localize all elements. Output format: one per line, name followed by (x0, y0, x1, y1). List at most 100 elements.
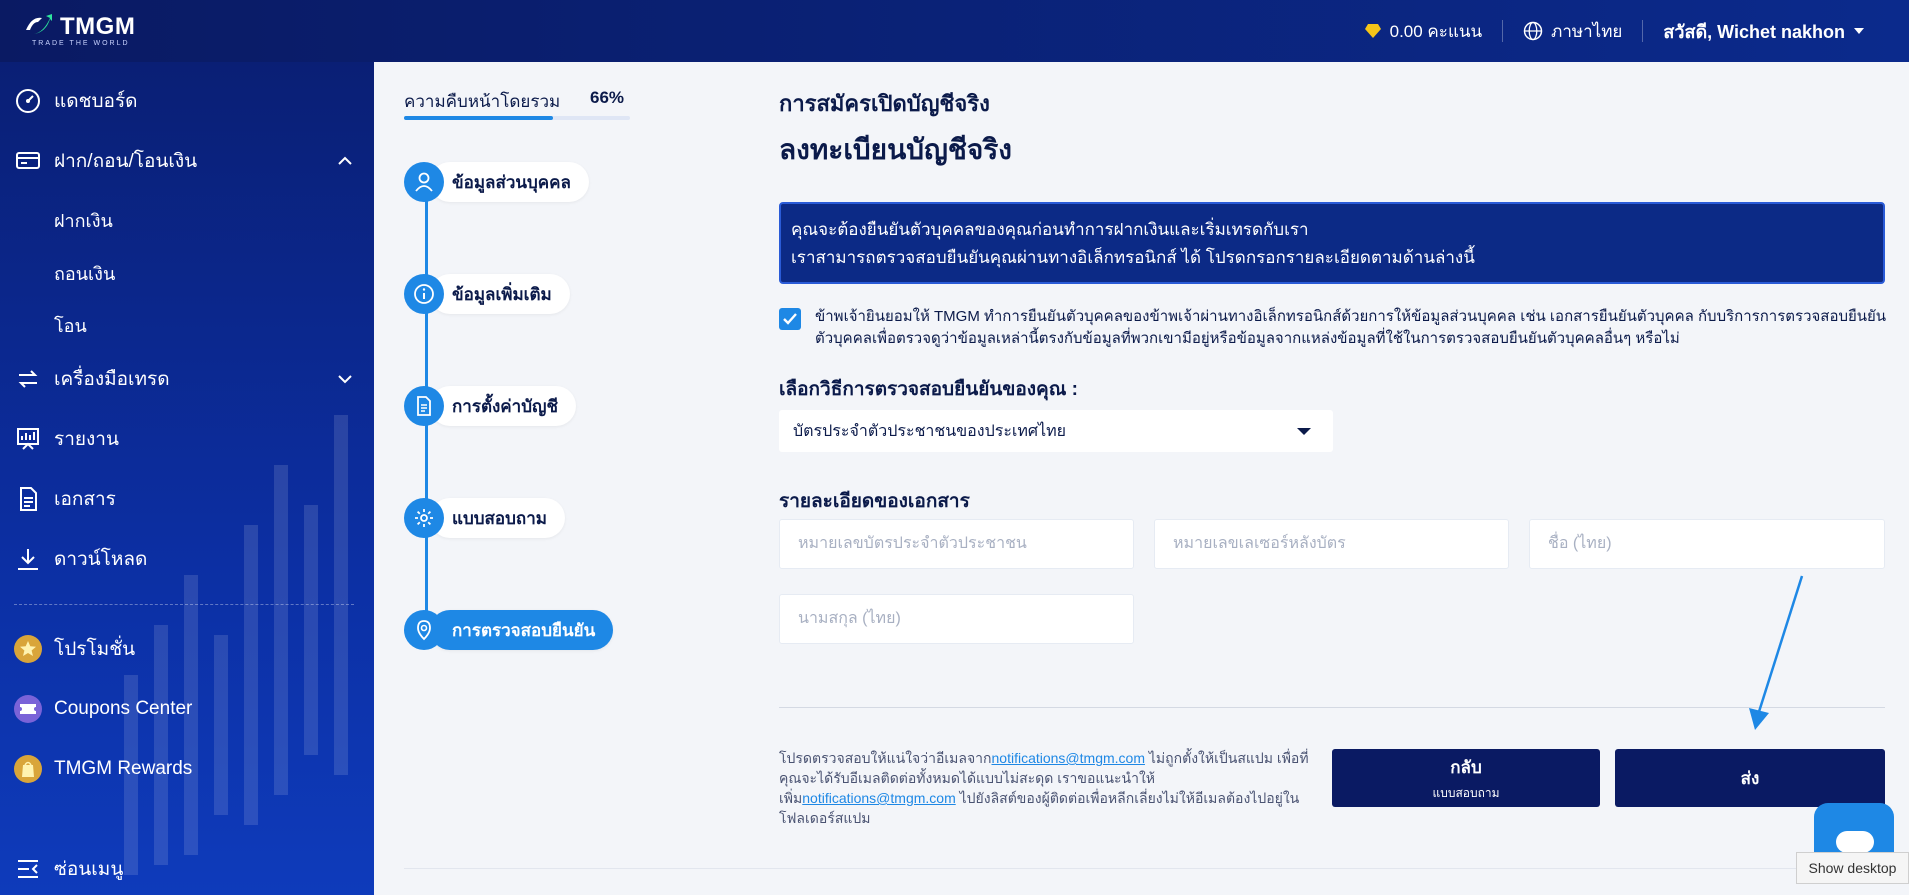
step-account-settings[interactable]: การตั้งค่าบัญชี (404, 386, 577, 426)
sidebar-item-label: ฝาก/ถอน/โอนเงิน (54, 151, 198, 172)
sidebar: แดชบอร์ด ฝาก/ถอน/โอนเงิน ฝากเงิน ถอนเงิน… (0, 62, 374, 895)
email-link[interactable]: notifications@tmgm.com (992, 750, 1145, 766)
sidebar-item-label: ดาวน์โหลด (54, 549, 148, 570)
report-icon (14, 425, 42, 453)
sidebar-item-label: รายงาน (54, 429, 119, 450)
progress-label: ความคืบหน้าโดยรวม (404, 92, 561, 111)
sidebar-item-label: เอกสาร (54, 489, 116, 510)
sidebar-item-reports[interactable]: รายงาน (14, 422, 119, 456)
step-label: ข้อมูลเพิ่มเติม (430, 274, 570, 314)
step-label: ข้อมูลส่วนบุคคล (430, 162, 589, 202)
document-icon (14, 485, 42, 513)
sidebar-item-label: Coupons Center (54, 698, 193, 719)
sidebar-item-promotions[interactable]: โปรโมชั่น (14, 632, 135, 666)
background-candles (124, 415, 348, 875)
sidebar-item-trading-tools[interactable]: เครื่องมือเทรด (14, 362, 354, 396)
tmgm-logo[interactable]: TMGM TRADE THE WORLD (24, 10, 144, 47)
checkmark-icon (783, 313, 797, 325)
points-text: 0.00 คะแนน (1389, 21, 1483, 41)
logo-mark-icon (26, 14, 52, 34)
id-number-field[interactable] (779, 519, 1134, 569)
progress-bar-fill (404, 116, 554, 120)
chat-bubble-icon (1836, 831, 1874, 853)
globe-icon (1523, 21, 1543, 41)
consent-checkbox[interactable] (779, 308, 801, 330)
caret-down-icon (1854, 28, 1864, 34)
step-additional-info[interactable]: ข้อมูลเพิ่มเติม (404, 274, 570, 314)
notice-line-2: เราสามารถตรวจสอบยืนยันคุณผ่านทางอิเล็กทร… (791, 248, 1475, 267)
sidebar-item-label: โปรโมชั่น (54, 639, 136, 660)
language-selector[interactable]: ภาษาไทย (1503, 19, 1642, 43)
page-subtitle: การสมัครเปิดบัญชีจริง (779, 91, 990, 116)
sidebar-divider (14, 604, 354, 605)
progress-bar (404, 116, 630, 120)
gear-icon (404, 498, 444, 538)
dashboard-icon (14, 87, 42, 115)
diamond-icon (1364, 24, 1381, 38)
sidebar-item-label: แดชบอร์ด (54, 91, 138, 112)
sidebar-item-transfer[interactable]: โอน (54, 311, 87, 340)
sidebar-item-rewards[interactable]: TMGM Rewards (14, 752, 192, 786)
step-label: แบบสอบถาม (430, 498, 565, 538)
email-link[interactable]: notifications@tmgm.com (802, 790, 955, 806)
step-verification[interactable]: การตรวจสอบยืนยัน (404, 610, 614, 650)
method-label: เลือกวิธีการตรวจสอบยืนยันของคุณ : (779, 379, 1078, 400)
account-settings-icon (404, 386, 444, 426)
verification-notice: คุณจะต้องยืนยันตัวบุคคลของคุณก่อนทำการฝา… (779, 202, 1885, 284)
logo-tagline: TRADE THE WORLD (32, 40, 130, 47)
sidebar-item-downloads[interactable]: ดาวน์โหลด (14, 542, 147, 576)
annotation-arrow-icon (1749, 575, 1804, 730)
page-title: ลงทะเบียนบัญชีจริง (779, 134, 1012, 165)
language-text: ภาษาไทย (1551, 21, 1623, 41)
user-menu[interactable]: สวัสดี, Wichet nakhon (1643, 19, 1885, 43)
greeting-text: สวัสดี, Wichet nakhon (1663, 21, 1845, 42)
show-desktop-tooltip: Show desktop (1796, 852, 1909, 884)
sidebar-item-funds[interactable]: ฝาก/ถอน/โอนเงิน (14, 144, 354, 178)
person-icon (404, 162, 444, 202)
footer-divider (404, 868, 1888, 869)
sidebar-item-label: เครื่องมือเทรด (54, 369, 170, 390)
step-label: การตั้งค่าบัญชี (430, 386, 577, 426)
verification-icon (404, 610, 444, 650)
download-icon (14, 545, 42, 573)
coupon-icon (14, 695, 42, 723)
select-value: บัตรประจำตัวประชาชนของประเทศไทย (793, 422, 1067, 440)
form-divider (779, 707, 1885, 708)
registration-progress: ความคืบหน้าโดยรวม 66% ข้อมูลส่วนบุคคล ข้… (404, 62, 664, 662)
back-button[interactable]: กลับ แบบสอบถาม (1332, 749, 1600, 807)
document-details-label: รายละเอียดของเอกสาร (779, 491, 970, 512)
verification-form: การสมัครเปิดบัญชีจริง ลงทะเบียนบัญชีจริง… (779, 62, 1889, 895)
wallet-icon (14, 147, 42, 175)
sidebar-item-label: ซ่อนเมนู (54, 859, 124, 880)
points-display[interactable]: 0.00 คะแนน (1344, 19, 1503, 43)
rewards-icon (14, 755, 42, 783)
collapse-menu-icon (14, 855, 42, 883)
sidebar-item-dashboard[interactable]: แดชบอร์ด (14, 84, 138, 118)
laser-number-field[interactable] (1154, 519, 1509, 569)
top-bar: TMGM TRADE THE WORLD 0.00 คะแนน ภาษาไทย … (0, 0, 1909, 62)
sidebar-item-coupons[interactable]: Coupons Center (14, 692, 192, 726)
sidebar-item-label: TMGM Rewards (54, 758, 193, 779)
step-personal-info[interactable]: ข้อมูลส่วนบุคคล (404, 162, 589, 202)
first-name-field[interactable] (1529, 519, 1885, 569)
caret-down-icon (1297, 428, 1311, 435)
chevron-up-icon (338, 156, 352, 165)
step-questionnaire[interactable]: แบบสอบถาม (404, 498, 565, 538)
chevron-down-icon (338, 375, 352, 384)
tools-icon (14, 365, 42, 393)
email-whitelist-note: โปรดตรวจสอบให้แน่ใจว่าอีเมลจากnotificati… (779, 750, 1309, 826)
sidebar-item-documents[interactable]: เอกสาร (14, 482, 116, 516)
logo-text: TMGM (60, 13, 136, 40)
notice-line-1: คุณจะต้องยืนยันตัวบุคคลของคุณก่อนทำการฝา… (791, 220, 1309, 239)
submit-button[interactable]: ส่ง (1615, 749, 1885, 807)
sidebar-item-hide-menu[interactable]: ซ่อนเมนู (14, 852, 123, 886)
sidebar-item-withdraw[interactable]: ถอนเงิน (54, 259, 115, 288)
sidebar-item-deposit[interactable]: ฝากเงิน (54, 206, 113, 235)
last-name-field[interactable] (779, 594, 1134, 644)
progress-percent: 66% (590, 88, 625, 107)
info-icon (404, 274, 444, 314)
verification-method-select[interactable]: บัตรประจำตัวประชาชนของประเทศไทย (779, 410, 1333, 452)
consent-text: ข้าพเจ้ายินยอมให้ TMGM ทำการยืนยันตัวบุค… (815, 308, 1887, 347)
promotion-icon (14, 635, 42, 663)
step-label: การตรวจสอบยืนยัน (430, 610, 614, 650)
